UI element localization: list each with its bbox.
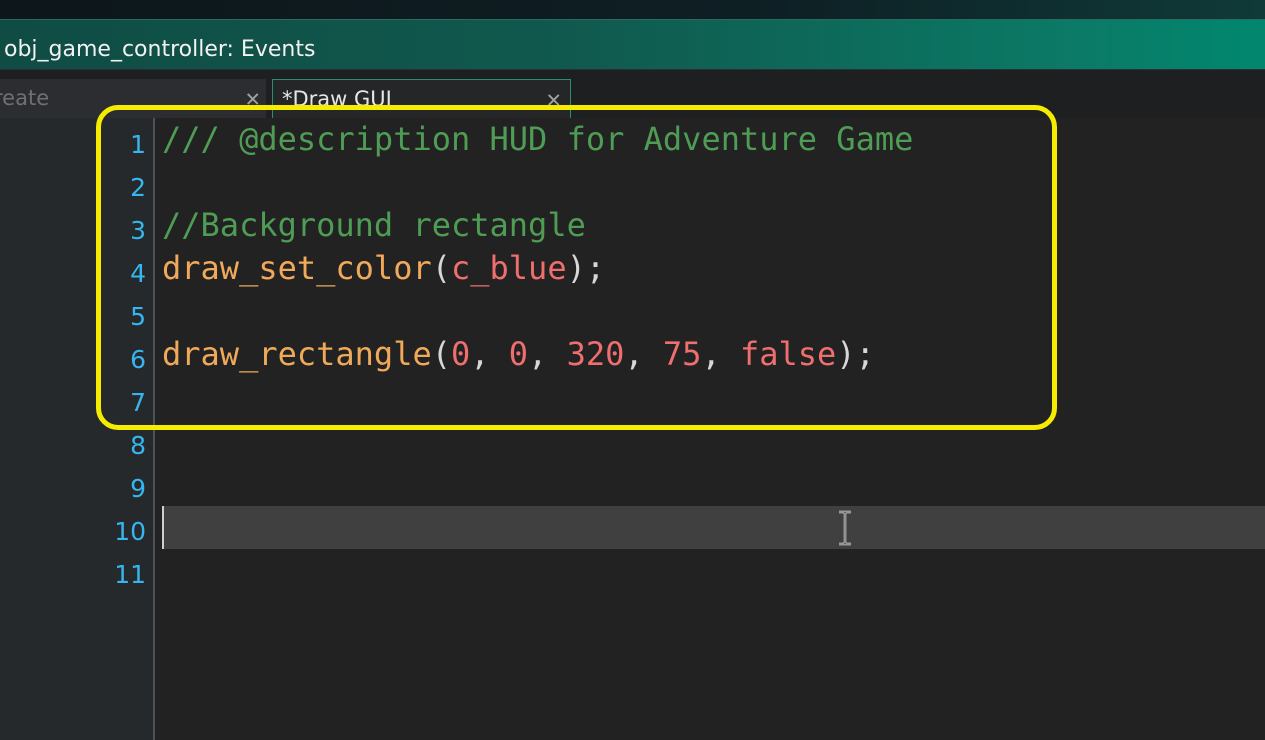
code-token: //Background rectangle bbox=[162, 206, 586, 244]
line-number: 4 bbox=[130, 259, 146, 288]
code-token: ( bbox=[431, 335, 451, 373]
close-icon[interactable]: ✕ bbox=[547, 80, 561, 118]
window-title-bar[interactable]: obj_game_controller: Events bbox=[0, 19, 1265, 69]
code-line[interactable]: //Background rectangle bbox=[162, 204, 586, 247]
line-number: 3 bbox=[130, 216, 146, 245]
code-line[interactable]: draw_rectangle(0, 0, 320, 75, false); bbox=[162, 333, 875, 376]
code-line[interactable]: /// @description HUD for Adventure Game bbox=[162, 118, 913, 161]
tab-draw-gui[interactable]: *Draw GUI ✕ bbox=[272, 79, 571, 119]
current-line-highlight bbox=[162, 506, 1265, 549]
code-token: 0 bbox=[450, 335, 471, 373]
code-token: 320 bbox=[566, 335, 625, 373]
code-token: , bbox=[624, 335, 663, 373]
close-icon[interactable]: ✕ bbox=[246, 79, 260, 117]
code-token: 0 bbox=[508, 335, 529, 373]
code-token: , bbox=[528, 335, 567, 373]
line-number: 2 bbox=[130, 173, 146, 202]
code-token: draw_rectangle bbox=[162, 335, 432, 373]
line-number: 10 bbox=[114, 517, 146, 546]
line-number: 1 bbox=[130, 130, 146, 159]
line-number: 9 bbox=[130, 474, 146, 503]
window-title: obj_game_controller: Events bbox=[4, 37, 316, 62]
tab-create[interactable]: reate ✕ bbox=[0, 79, 266, 119]
line-number: 5 bbox=[130, 302, 146, 331]
code-token: ); bbox=[836, 335, 875, 373]
line-number: 11 bbox=[114, 560, 146, 589]
event-tab-bar: reate ✕ *Draw GUI ✕ bbox=[0, 69, 1265, 119]
code-token: , bbox=[470, 335, 509, 373]
line-number: 7 bbox=[130, 388, 146, 417]
line-number: 8 bbox=[130, 431, 146, 460]
line-number: 6 bbox=[130, 345, 146, 374]
code-line[interactable]: draw_set_color(c_blue); bbox=[162, 247, 605, 290]
code-token: draw_set_color bbox=[162, 249, 432, 287]
code-token: /// @description HUD for Adventure Game bbox=[162, 120, 914, 158]
code-token: c_blue bbox=[450, 249, 567, 287]
code-token: false bbox=[739, 335, 837, 373]
top-strip bbox=[0, 0, 1265, 19]
tab-draw-gui-label: *Draw GUI bbox=[282, 87, 392, 111]
code-token: ( bbox=[431, 249, 451, 287]
code-token: 75 bbox=[662, 335, 702, 373]
tab-create-label: reate bbox=[0, 86, 50, 110]
code-token: ); bbox=[566, 249, 606, 287]
code-token: , bbox=[701, 335, 740, 373]
